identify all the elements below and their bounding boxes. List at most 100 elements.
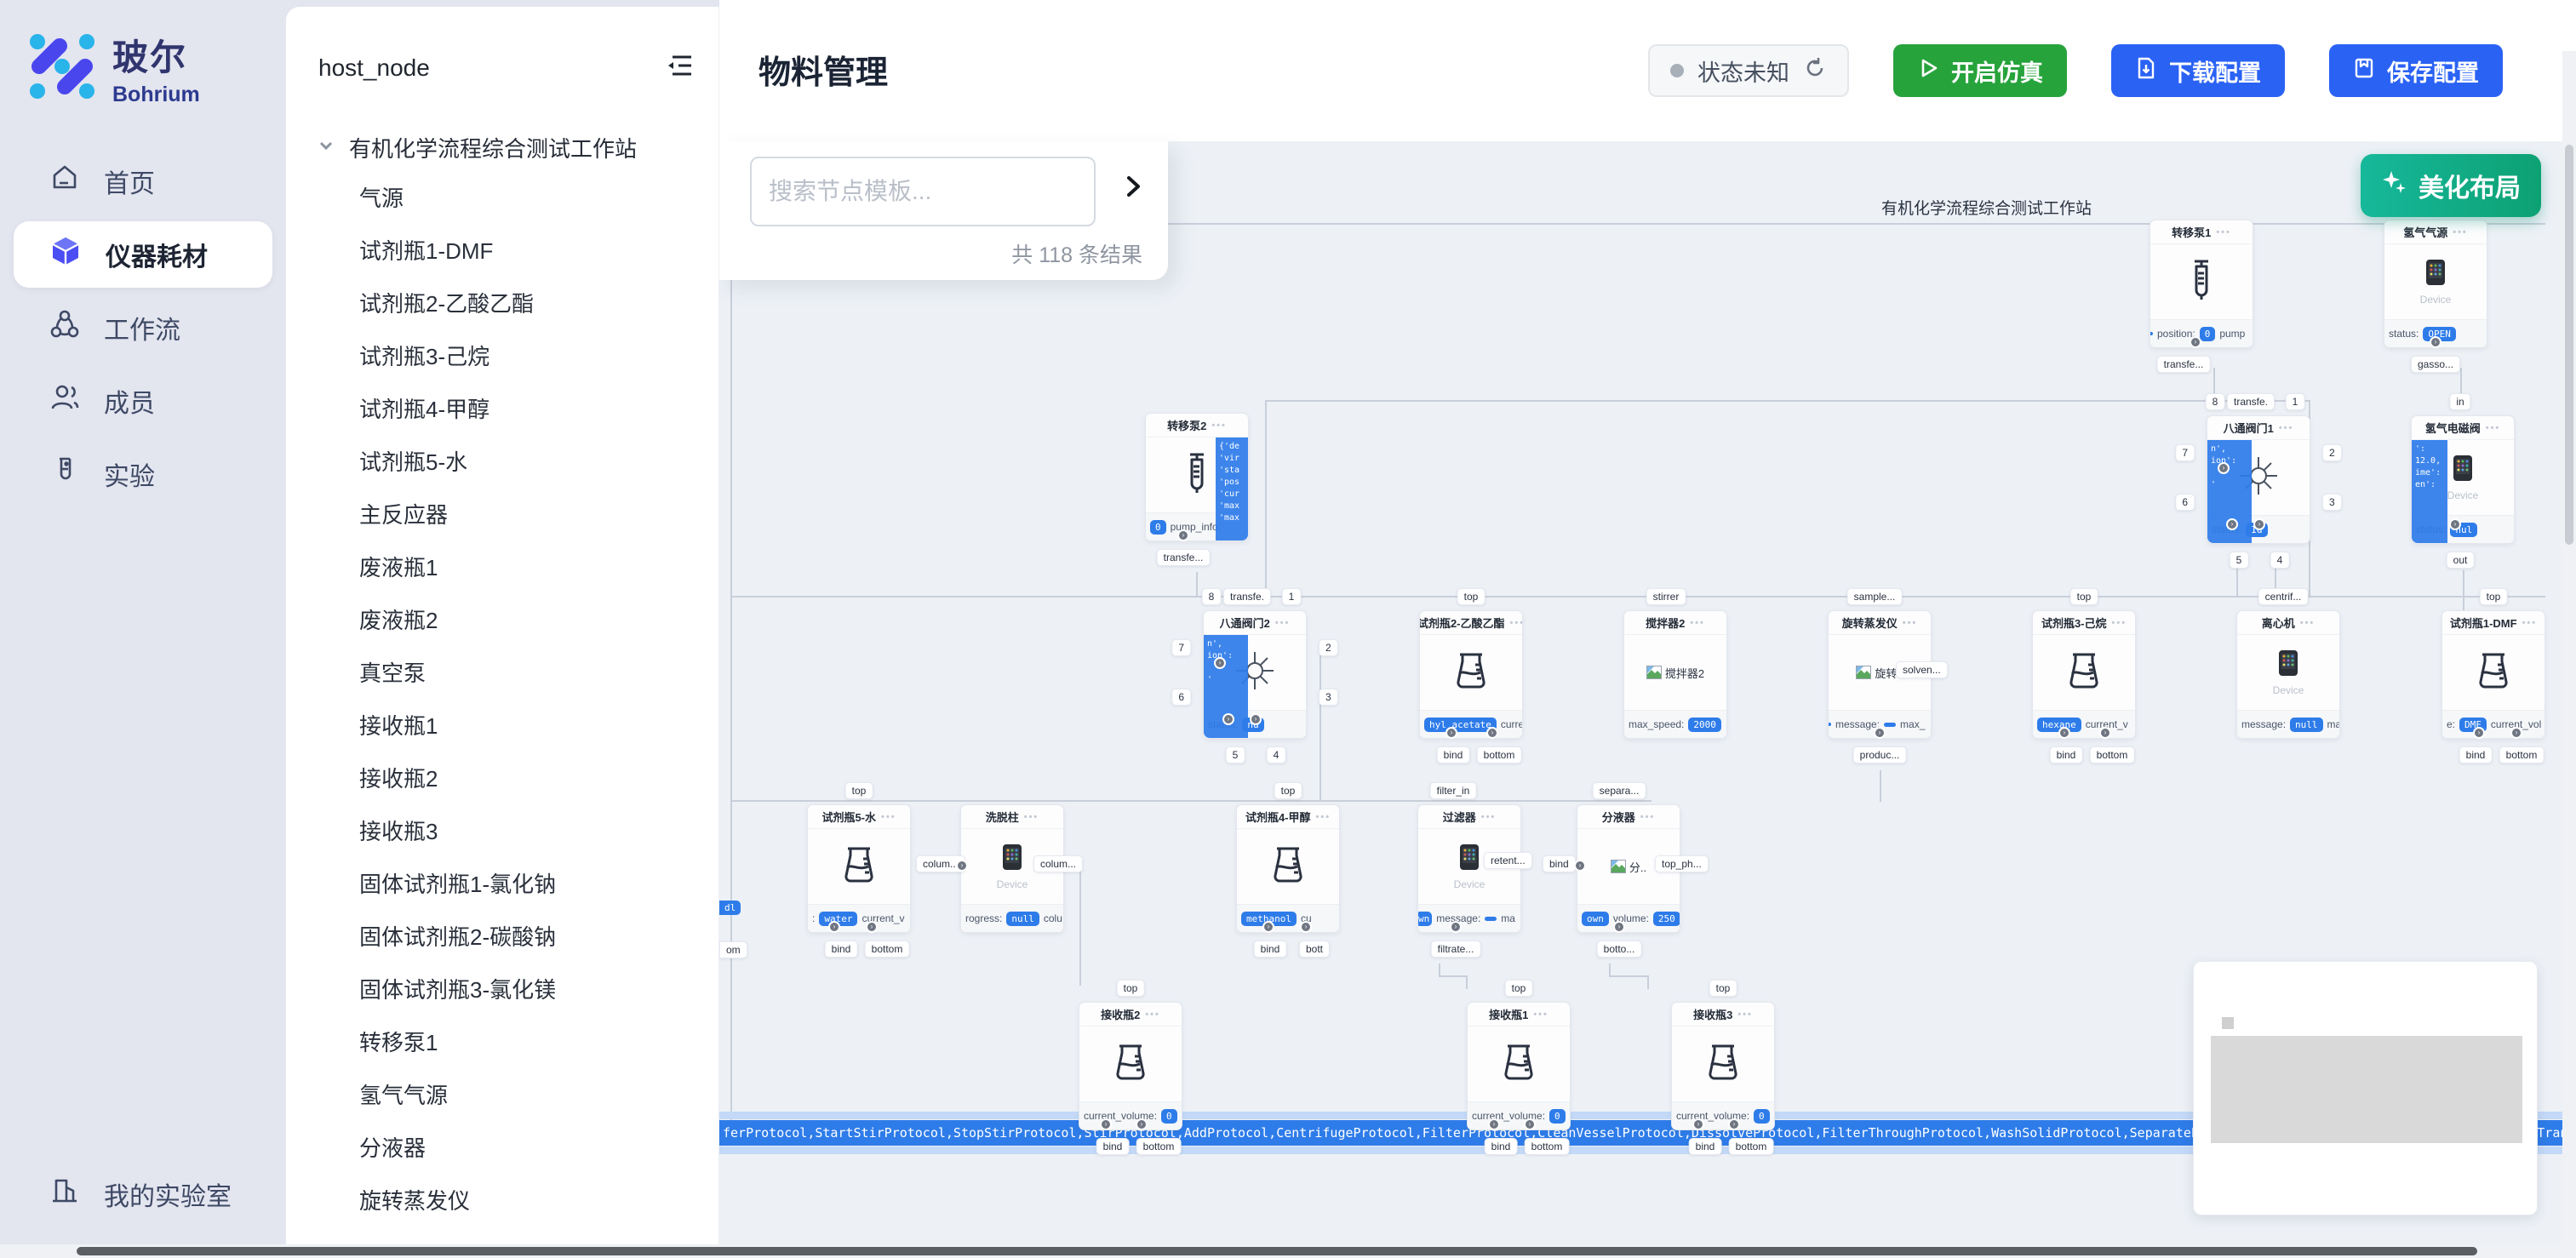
node-menu-icon[interactable]: ••• [2112,618,2127,628]
port-label[interactable]: 5 [2230,552,2249,569]
tree-item[interactable]: 试剂瓶1-DMF [286,225,718,277]
port-label[interactable]: bind [1437,746,1470,763]
tree-item[interactable]: 接收瓶1 [286,700,718,752]
tree-item[interactable]: 试剂瓶2-乙酸乙酯 [286,277,718,330]
connection-handle-icon[interactable]: › [1692,1118,1704,1130]
connection-handle-icon[interactable]: › [1524,1118,1536,1130]
connection-handle-icon[interactable]: › [2449,518,2461,530]
connection-handle-icon[interactable]: › [2226,518,2238,530]
minimap-viewport[interactable] [2211,1036,2522,1143]
node-menu-icon[interactable]: ••• [1275,618,1291,628]
port-label[interactable]: transfe. [1223,588,1271,605]
port-label[interactable]: 3 [2322,494,2342,511]
node-menu-icon[interactable]: ••• [1211,420,1227,431]
port-label[interactable]: stirrer [1646,588,1686,605]
port-label[interactable]: 1 [1282,588,1302,605]
vertical-scrollbar-thumb[interactable] [2565,145,2573,545]
port-label[interactable]: gasso... [2411,356,2460,373]
start-simulation-button[interactable]: 开启仿真 [1893,44,2067,97]
status-badge[interactable]: 状态未知 [1648,44,1849,97]
connection-handle-icon[interactable]: › [2253,518,2265,530]
port-label[interactable]: bind [1689,1138,1722,1155]
port-label[interactable]: 2 [2322,444,2342,461]
port-label[interactable]: top_ph... [1655,855,1709,872]
node-menu-icon[interactable]: ••• [1024,812,1039,822]
tree-item[interactable]: 固体试剂瓶1-氯化钠 [286,858,718,911]
port-label[interactable]: 8 [2206,393,2225,410]
connection-handle-icon[interactable]: › [1262,921,1274,933]
port-label[interactable]: 4 [1267,746,1286,763]
connection-handle-icon[interactable]: › [2430,336,2441,348]
tree-item[interactable]: 分液器 [286,1122,718,1175]
port-label[interactable]: top [1505,980,1533,997]
node-menu-icon[interactable]: ••• [2453,227,2468,237]
node-menu-icon[interactable]: ••• [881,812,896,822]
port-label[interactable]: top [2480,588,2508,605]
port-label[interactable]: filter_in [1430,782,1477,799]
port-label[interactable]: bind [1254,941,1287,958]
port-label[interactable]: 2 [1319,639,1338,656]
connection-handle-icon[interactable]: › [1100,1118,1112,1130]
download-config-button[interactable]: 下载配置 [2111,44,2285,97]
beautify-layout-button[interactable]: 美化布局 [2361,154,2541,217]
save-config-button[interactable]: 保存配置 [2329,44,2503,97]
connection-handle-icon[interactable]: › [1574,860,1586,872]
tree-item[interactable]: 转移泵1 [286,1016,718,1069]
sidebar-item-my-lab[interactable]: 我的实验室 [14,1161,272,1227]
connection-handle-icon[interactable]: › [2218,462,2230,474]
connection-handle-icon[interactable]: › [1250,713,1262,725]
search-input[interactable] [750,157,1096,226]
node-menu-icon[interactable]: ••• [1640,812,1656,822]
port-label[interactable]: 8 [1202,588,1222,605]
tree-item[interactable]: 旋转蒸发仪 [286,1175,718,1227]
chevron-down-icon[interactable] [317,134,335,161]
port-label[interactable]: top [845,782,873,799]
port-label[interactable]: top [1457,588,1485,605]
tree-item[interactable]: 固体试剂瓶2-碳酸钠 [286,911,718,964]
connection-handle-icon[interactable]: › [828,921,840,933]
port-label[interactable]: out [2447,552,2475,569]
port-label[interactable]: bottom [2090,746,2135,763]
minimap[interactable] [2193,961,2538,1215]
sidebar-item-workflow[interactable]: 工作流 [14,294,272,361]
node-menu-icon[interactable]: ••• [2486,423,2501,433]
port-label[interactable]: separa... [1593,782,1646,799]
connection-handle-icon[interactable]: › [1728,1118,1740,1130]
connection-handle-icon[interactable]: › [1450,921,1462,933]
node-menu-icon[interactable]: ••• [2216,227,2231,237]
connection-handle-icon[interactable]: › [2190,336,2201,348]
connection-handle-icon[interactable]: › [2510,727,2522,739]
sidebar-item-members[interactable]: 成员 [14,368,272,434]
port-label[interactable]: bind [1485,1138,1518,1155]
port-label[interactable]: solven... [1896,661,1948,678]
connection-handle-icon[interactable]: › [1300,921,1312,933]
node-menu-icon[interactable]: ••• [2522,618,2538,628]
port-label[interactable]: 4 [2270,552,2290,569]
tree-item[interactable]: 气源 [286,172,718,225]
port-label[interactable]: bind [825,941,858,958]
port-label[interactable]: retent... [1484,852,1532,869]
port-label[interactable]: 5 [1226,746,1245,763]
node-menu-icon[interactable]: ••• [1737,1009,1753,1020]
connection-handle-icon[interactable]: › [1488,1118,1500,1130]
port-label[interactable]: 6 [1171,689,1191,706]
port-label[interactable]: sample... [1847,588,1903,605]
port-label[interactable]: botto... [1597,941,1642,958]
port-label[interactable]: transfe... [1157,549,1211,566]
port-label[interactable]: in [2449,393,2470,410]
port-label[interactable]: bind [2459,746,2493,763]
node-menu-icon[interactable]: ••• [1903,618,1918,628]
connection-handle-icon[interactable]: › [1177,529,1189,541]
port-label[interactable]: bott [1299,941,1330,958]
tree-item[interactable]: 接收瓶3 [286,805,718,858]
sidebar-item-experiment[interactable]: 实验 [14,441,272,507]
port-label[interactable]: bind [1096,1138,1130,1155]
port-label[interactable]: bottom [1136,1138,1182,1155]
port-label[interactable]: 3 [1319,689,1338,706]
connection-handle-icon[interactable]: › [1613,921,1625,933]
tree-item[interactable]: 氢气气源 [286,1069,718,1122]
tree-item[interactable]: 试剂瓶5-水 [286,436,718,489]
connection-handle-icon[interactable]: › [1874,727,1886,739]
node-menu-icon[interactable]: ••• [1145,1009,1160,1020]
tree-item[interactable]: 试剂瓶3-己烷 [286,330,718,383]
